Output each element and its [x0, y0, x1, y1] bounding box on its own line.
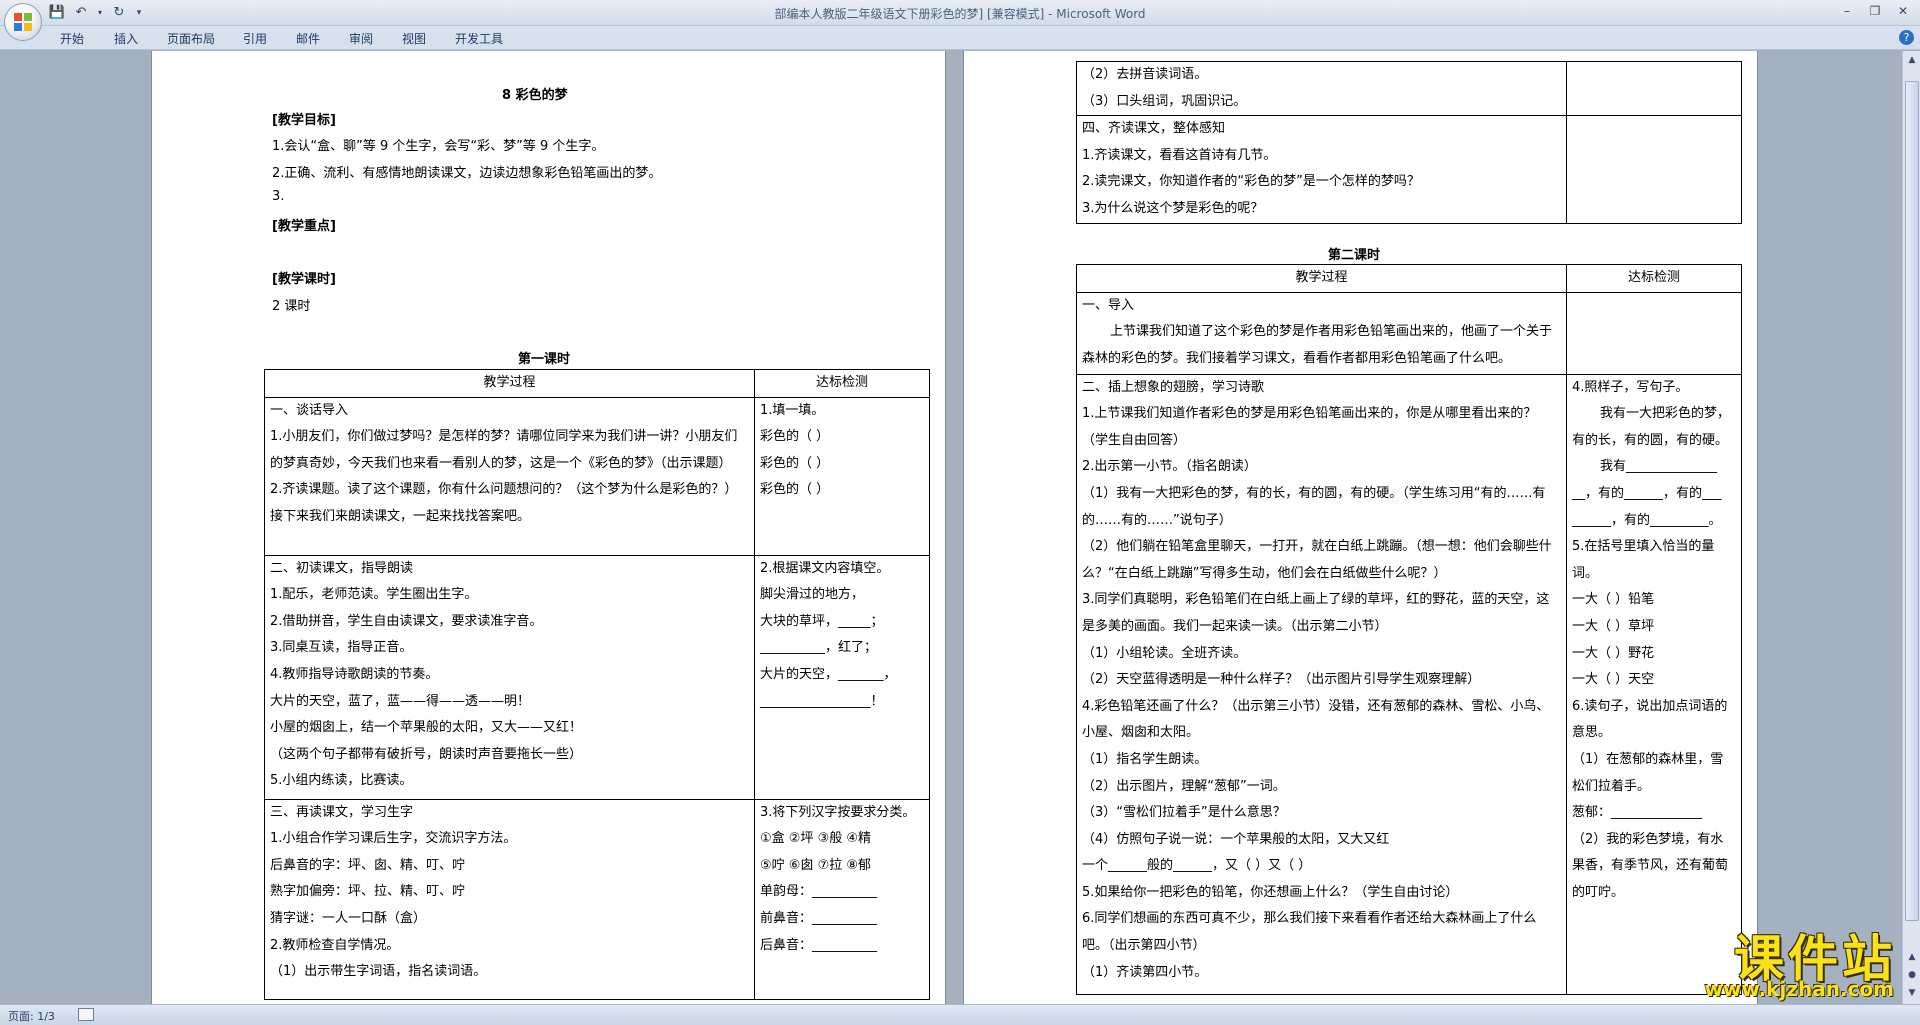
vertical-scrollbar[interactable]: ▲ ▲ ● ▼ [1902, 51, 1920, 1004]
tab-developer[interactable]: 开发工具 [455, 30, 503, 47]
browse-object-icon[interactable]: ● [1905, 968, 1919, 982]
tab-view[interactable]: 视图 [402, 30, 426, 47]
table-cell[interactable] [1566, 115, 1742, 225]
table-cell[interactable]: 一、谈话导入 1.小朋友们，你们做过梦吗？是怎样的梦？请哪位同学来为我们讲一讲？… [264, 396, 755, 556]
header-process: 教学过程 [264, 369, 755, 398]
table-cell[interactable]: 四、齐读课文，整体感知 1.齐读课文，看看这首诗有几节。 2.读完课文，你知道作… [1076, 115, 1567, 225]
header-process: 教学过程 [1076, 264, 1567, 293]
header-check: 达标检测 [1566, 264, 1742, 293]
table-cell[interactable]: （2）去拼音读词语。 （3）口头组词，巩固识记。 [1076, 60, 1567, 117]
goal-line-2: 2.正确、流利、有感情地朗读课文，边读边想象彩色铅笔画出的梦。 [272, 166, 662, 181]
window-title: 部编本人教版二年级语文下册彩色的梦] [兼容模式] - Microsoft Wo… [774, 7, 1146, 21]
restore-icon[interactable]: ❐ [1862, 2, 1888, 20]
document-area[interactable]: 8 彩色的梦 [教学目标] 1.会认“盒、聊”等 9 个生字，会写“彩、梦”等 … [0, 51, 1902, 1004]
continued-table: （2）去拼音读词语。 （3）口头组词，巩固识记。 四、齐读课文，整体感知 1.齐… [1076, 60, 1742, 225]
close-icon[interactable]: ✕ [1890, 2, 1916, 20]
tab-home[interactable]: 开始 [60, 30, 84, 47]
period-heading: [教学课时] [272, 272, 336, 287]
tab-mailings[interactable]: 邮件 [296, 30, 320, 47]
goal-heading: [教学目标] [272, 113, 336, 128]
lesson-2-table: 教学过程 达标检测 一、导入 上节课我们知道了这个彩色的梦是作者用彩色铅笔画出来… [1076, 264, 1742, 995]
lesson-heading: 8 彩色的梦 [502, 88, 568, 103]
header-check: 达标检测 [754, 369, 930, 398]
table-cell[interactable]: 4.照样子，写句子。 我有一大把彩色的梦，有的长，有的圆，有的硬。 我有____… [1566, 373, 1742, 995]
period-line: 2 课时 [272, 299, 311, 314]
office-button[interactable] [4, 3, 42, 41]
watermark-logo: 课件站 www.kjzhan.com [1656, 919, 1896, 1001]
tab-references[interactable]: 引用 [243, 30, 267, 47]
goal-line-3: 3. [272, 189, 285, 204]
goal-line-1: 1.会认“盒、聊”等 9 个生字，会写“彩、梦”等 9 个生字。 [272, 139, 605, 154]
focus-heading: [教学重点] [272, 219, 336, 234]
table-cell[interactable]: 3.将下列汉字按要求分类。 ①盒 ②坪 ③般 ④精 ⑤咛 ⑥囱 ⑦拉 ⑧郁 单韵… [754, 798, 930, 1000]
help-icon[interactable]: ? [1899, 30, 1914, 45]
scroll-up-icon[interactable]: ▲ [1905, 53, 1919, 67]
scroll-down-icon[interactable]: ▼ [1905, 986, 1919, 1000]
lesson-2-title: 第二课时 [1328, 248, 1381, 263]
scrollbar-thumb[interactable] [1905, 81, 1919, 921]
minimize-icon[interactable]: – [1834, 2, 1860, 20]
table-cell[interactable]: 三、再读课文，学习生字 1.小组合作学习课后生字，交流识字方法。 后鼻音的字：坪… [264, 798, 755, 1000]
tab-page-layout[interactable]: 页面布局 [167, 30, 215, 47]
prev-page-icon[interactable]: ▲ [1905, 950, 1919, 964]
tab-insert[interactable]: 插入 [114, 30, 138, 47]
status-bar: 页面: 1/3 [0, 1004, 1920, 1025]
page-2[interactable]: （2）去拼音读词语。 （3）口头组词，巩固识记。 四、齐读课文，整体感知 1.齐… [964, 51, 1757, 1004]
table-cell[interactable]: 2.根据课文内容填空。 脚尖滑过的地方， 大块的草坪，_____； ______… [754, 554, 930, 800]
tab-review[interactable]: 审阅 [349, 30, 373, 47]
window-controls: – ❐ ✕ [1834, 2, 1916, 20]
page-1[interactable]: 8 彩色的梦 [教学目标] 1.会认“盒、聊”等 9 个生字，会写“彩、梦”等 … [152, 51, 945, 1004]
table-cell[interactable]: 一、导入 上节课我们知道了这个彩色的梦是作者用彩色铅笔画出来的，他画了一个关于森… [1076, 291, 1567, 375]
table-cell[interactable] [1566, 291, 1742, 375]
table-cell[interactable]: 1.填一填。 彩色的（ ） 彩色的（ ） 彩色的（ ） [754, 396, 930, 556]
page-count[interactable]: 页面: 1/3 [8, 1008, 55, 1024]
proofing-icon[interactable] [78, 1008, 94, 1021]
lesson-1-table: 教学过程 达标检测 一、谈话导入 1.小朋友们，你们做过梦吗？是怎样的梦？请哪位… [264, 369, 930, 1000]
table-cell[interactable] [1566, 60, 1742, 117]
office-logo-icon [14, 13, 32, 31]
title-bar: 💾 ↶ ▾ ↻ ▾ 部编本人教版二年级语文下册彩色的梦] [兼容模式] - Mi… [0, 0, 1920, 26]
lesson-1-title: 第一课时 [518, 352, 571, 367]
ribbon-tabs: 开始 插入 页面布局 引用 邮件 审阅 视图 开发工具 ? [0, 26, 1920, 50]
watermark-url: www.kjzhan.com [1704, 977, 1894, 1001]
table-cell[interactable]: 二、初读课文，指导朗读 1.配乐，老师范读。学生圈出生字。 2.借助拼音，学生自… [264, 554, 755, 800]
table-cell[interactable]: 二、插上想象的翅膀，学习诗歌 1.上节课我们知道作者彩色的梦是用彩色铅笔画出来的… [1076, 373, 1567, 995]
